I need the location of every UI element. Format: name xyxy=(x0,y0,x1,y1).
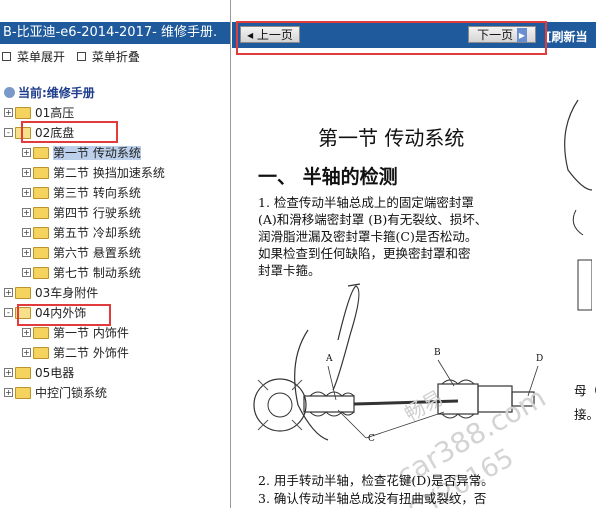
folder-icon xyxy=(15,286,31,299)
globe-icon xyxy=(4,87,15,98)
folder-icon xyxy=(33,266,49,279)
tree-item[interactable]: + 第七节 制动系统 xyxy=(22,264,141,282)
tree-item[interactable]: + 第三节 转向系统 xyxy=(22,184,141,202)
tree-item-label: 第一节 传动系统 xyxy=(53,146,141,160)
expand-node-icon[interactable]: + xyxy=(22,188,31,197)
highlight-box-nav xyxy=(236,21,547,55)
expand-node-icon[interactable]: + xyxy=(4,288,13,297)
left-top-strip xyxy=(0,0,230,22)
folder-icon xyxy=(33,326,49,339)
expand-node-icon[interactable]: + xyxy=(4,368,13,377)
tree-item-label: 第六节 悬置系统 xyxy=(53,246,141,260)
side-text-2: 接。 xyxy=(574,407,596,422)
tree-item[interactable]: + 第一节 内饰件 xyxy=(22,324,129,342)
left-pane-title: B-比亚迪-e6-2014-2017- 维修手册. xyxy=(0,22,230,44)
folder-icon xyxy=(33,146,49,159)
tree-item[interactable]: +01高压 xyxy=(4,104,74,122)
tree-item-label: 第五节 冷却系统 xyxy=(53,226,141,240)
menu-collapse-button[interactable]: 菜单折叠 xyxy=(76,50,140,64)
expand-node-icon[interactable]: + xyxy=(22,228,31,237)
paragraph-3: 3. 确认传动半轴总成没有扭曲或裂纹，否 xyxy=(258,491,487,506)
tree-item[interactable]: +05电器 xyxy=(4,364,74,382)
manual-page: 第一节 传动系统 一、 半轴的检测 1. 检查传动半轴总成上的固定端密封罩 (A… xyxy=(238,60,596,508)
right-pane: ◂ 上一页 下一页 ▸ [刷新当 第一节 传动系统 一、 半轴的检测 1. 检查… xyxy=(232,0,596,508)
folder-icon xyxy=(15,106,31,119)
tree-item-label: 第二节 换挡加速系统 xyxy=(53,166,165,180)
tree-item-label: 第七节 制动系统 xyxy=(53,266,141,280)
expand-node-icon[interactable]: + xyxy=(22,248,31,257)
collapse-node-icon[interactable]: - xyxy=(4,128,13,137)
highlight-box-trim xyxy=(17,304,111,326)
folder-icon xyxy=(33,186,49,199)
folder-icon xyxy=(33,166,49,179)
folder-icon xyxy=(15,386,31,399)
folder-icon xyxy=(33,246,49,259)
left-pane: B-比亚迪-e6-2014-2017- 维修手册. 菜单展开 菜单折叠 当前:维… xyxy=(0,0,231,508)
tree-item-label: 第一节 内饰件 xyxy=(53,326,129,340)
highlight-box-chassis xyxy=(21,121,118,143)
label-b: B xyxy=(434,348,441,358)
tree-item[interactable]: + 第六节 悬置系统 xyxy=(22,244,141,262)
tree-item-label: 第二节 外饰件 xyxy=(53,346,129,360)
tree-item[interactable]: + 第二节 外饰件 xyxy=(22,344,129,362)
paragraph-2: 2. 用手转动半轴，检查花键(D)是否异常。 xyxy=(258,473,494,488)
label-a: A xyxy=(326,354,333,364)
axle-diagram xyxy=(253,99,592,441)
expand-node-icon[interactable]: + xyxy=(22,348,31,357)
side-text-1: 母（ xyxy=(574,383,596,398)
folder-icon xyxy=(33,206,49,219)
label-d: D xyxy=(536,354,544,364)
tree-item[interactable]: + 第五节 冷却系统 xyxy=(22,224,141,242)
expand-icon xyxy=(2,52,11,61)
collapse-node-icon[interactable]: - xyxy=(4,308,13,317)
expand-node-icon[interactable]: + xyxy=(22,208,31,217)
tree-item[interactable]: + 中控门锁系统 xyxy=(4,384,107,402)
tree-item[interactable]: +03车身附件 xyxy=(4,284,98,302)
tree-item-label: 05电器 xyxy=(35,366,75,380)
menu-expand-button[interactable]: 菜单展开 xyxy=(2,50,65,64)
expand-node-icon[interactable]: + xyxy=(22,268,31,277)
expand-node-icon[interactable]: + xyxy=(4,108,13,117)
tree-item[interactable]: + 第二节 换挡加速系统 xyxy=(22,164,165,182)
expand-node-icon[interactable]: + xyxy=(22,168,31,177)
tree-item-label: 中控门锁系统 xyxy=(35,386,108,400)
tree-item-label: 第三节 转向系统 xyxy=(53,186,141,200)
tree-item-label: 第四节 行驶系统 xyxy=(53,206,141,220)
tree-item-label: 03车身附件 xyxy=(35,286,99,300)
expand-node-icon[interactable]: + xyxy=(4,388,13,397)
tree-item[interactable]: + 第一节 传动系统 xyxy=(22,144,141,162)
expand-node-icon[interactable]: + xyxy=(22,328,31,337)
tree-item-label: 01高压 xyxy=(35,106,75,120)
refresh-link[interactable]: [刷新当 xyxy=(546,28,588,45)
label-c: C xyxy=(368,434,375,444)
collapse-icon xyxy=(76,52,86,61)
folder-icon xyxy=(15,366,31,379)
current-location: 当前:维修手册 xyxy=(4,84,95,101)
menu-toolbar: 菜单展开 菜单折叠 xyxy=(2,48,148,65)
folder-icon xyxy=(33,346,49,359)
expand-node-icon[interactable]: + xyxy=(22,148,31,157)
folder-icon xyxy=(33,226,49,239)
tree-item[interactable]: + 第四节 行驶系统 xyxy=(22,204,141,222)
